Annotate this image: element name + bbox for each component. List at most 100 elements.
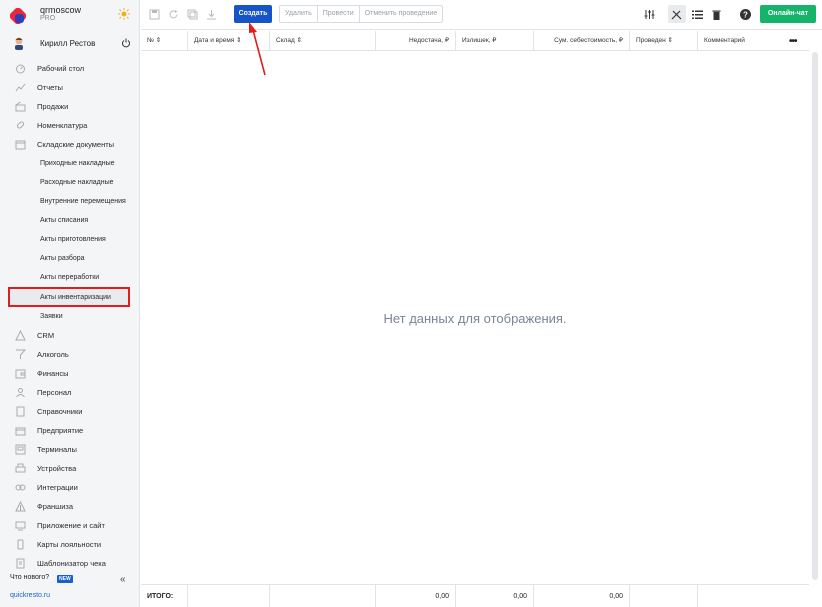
column-shortage[interactable]: Недостача, ₽ <box>376 31 456 51</box>
integrations-icon <box>15 484 26 491</box>
receipt-template-icon <box>16 558 25 569</box>
column-posted[interactable]: Проведен ⇕ <box>630 31 698 51</box>
empty-state-message: Нет данных для отображения. <box>383 311 567 326</box>
submenu-item-disassembly[interactable]: Акты разбора <box>0 249 140 268</box>
menu-label: Терминалы <box>37 445 77 454</box>
nomenclature-icon <box>16 121 25 129</box>
submenu-item-inventory[interactable]: Акты инвентаризации <box>8 287 130 307</box>
site-link[interactable]: quickresto.ru <box>10 592 50 599</box>
menu-item-integrations[interactable]: Интеграции <box>0 478 140 497</box>
menu-label: Алкоголь <box>37 350 69 359</box>
submenu-item-transfers[interactable]: Внутренние перемещения <box>0 192 140 211</box>
menu-label: Финансы <box>37 369 69 378</box>
submenu-label: Акты приготовления <box>40 236 106 243</box>
menu-item-warehouse-docs[interactable]: Складские документы <box>0 135 140 154</box>
total-shortage: 0,00 <box>376 585 456 607</box>
menu-item-devices[interactable]: Устройства <box>0 459 140 478</box>
menu-item-reports[interactable]: Отчеты <box>0 78 140 97</box>
menu-item-staff[interactable]: Персонал <box>0 383 140 402</box>
menu-item-finance[interactable]: Финансы <box>0 364 140 383</box>
submenu-label: Расходные накладные <box>40 179 114 186</box>
column-surplus[interactable]: Излишек, ₽ <box>456 31 534 51</box>
trash-icon[interactable] <box>711 9 722 20</box>
directories-icon <box>16 406 25 417</box>
menu-label: Интеграции <box>37 483 78 492</box>
submenu-item-outgoing[interactable]: Расходные накладные <box>0 173 140 192</box>
menu-label: CRM <box>37 331 55 340</box>
more-options-icon[interactable]: ••• <box>789 36 797 47</box>
vertical-scrollbar[interactable] <box>812 52 818 580</box>
menu-item-dashboard[interactable]: Рабочий стол <box>0 59 140 78</box>
list-view-icon[interactable] <box>692 9 703 20</box>
whats-new-link[interactable]: Что нового? <box>10 574 49 581</box>
submenu-label: Акты инвентаризации <box>40 294 111 301</box>
column-number[interactable]: № ⇕ <box>141 31 188 51</box>
menu-label: Персонал <box>37 388 72 397</box>
menu-item-nomenclature[interactable]: Номенклатура <box>0 116 140 135</box>
copy-icon[interactable] <box>187 9 198 20</box>
franchise-icon <box>15 501 26 512</box>
unpost-button[interactable]: Отменить проведение <box>360 6 443 22</box>
menu-item-receipt-template[interactable]: Шаблонизатор чека <box>0 554 140 573</box>
help-icon[interactable]: ? <box>740 9 751 20</box>
dashboard-icon <box>16 64 25 74</box>
submenu-item-cooking[interactable]: Акты приготовления <box>0 230 140 249</box>
filter-sliders-icon[interactable] <box>644 9 655 20</box>
post-button[interactable]: Провести <box>318 6 360 22</box>
submenu-label: Акты списания <box>40 217 89 224</box>
reports-icon <box>15 83 26 92</box>
submenu-label: Внутренние перемещения <box>40 198 126 205</box>
menu-item-directories[interactable]: Справочники <box>0 402 140 421</box>
svg-text:?: ? <box>743 10 748 19</box>
warehouse-docs-icon <box>15 140 26 150</box>
document-actions: Удалить Провести Отменить проведение <box>279 5 444 23</box>
menu-item-alcohol[interactable]: Алкоголь <box>0 345 140 364</box>
total-empty-cell <box>188 585 270 607</box>
menu-item-terminals[interactable]: Терминалы <box>0 440 140 459</box>
new-badge: NEW <box>57 575 73 583</box>
submenu-label: Акты разбора <box>40 255 85 262</box>
menu-label: Приложение и сайт <box>37 521 105 530</box>
user-profile[interactable]: Кирилл Рестов <box>0 32 140 54</box>
user-name: Кирилл Рестов <box>40 39 96 48</box>
column-cost[interactable]: Сум. себестоимость, ₽ <box>534 31 630 51</box>
collapse-sidebar-icon[interactable]: « <box>120 574 126 585</box>
column-warehouse[interactable]: Склад ⇕ <box>270 31 376 51</box>
menu-item-enterprise[interactable]: Предприятие <box>0 421 140 440</box>
brand[interactable]: qrmoscow PRO <box>0 0 140 30</box>
menu-item-app-site[interactable]: Приложение и сайт <box>0 516 140 535</box>
app: qrmoscow PRO Кирилл Рестов Рабочий стол … <box>0 0 822 607</box>
menu-label: Устройства <box>37 464 77 473</box>
staff-icon <box>16 388 25 398</box>
menu-label: Шаблонизатор чека <box>37 559 106 568</box>
finance-icon <box>15 369 26 379</box>
crm-icon <box>15 330 26 341</box>
submenu-item-incoming[interactable]: Приходные накладные <box>0 154 140 173</box>
menu-label: Складские документы <box>37 140 115 149</box>
download-icon[interactable] <box>206 9 217 20</box>
app-site-icon <box>15 521 26 531</box>
submenu-item-requests[interactable]: Заявки <box>0 307 140 326</box>
submenu-item-processing[interactable]: Акты переработки <box>0 268 140 287</box>
delete-button[interactable]: Удалить <box>280 6 318 22</box>
avatar <box>15 37 23 50</box>
menu-label: Номенклатура <box>37 121 88 130</box>
brand-name: qrmoscow <box>40 5 82 15</box>
menu-item-loyalty-cards[interactable]: Карты лояльности <box>0 535 140 554</box>
power-icon[interactable] <box>121 38 131 48</box>
terminals-icon <box>15 444 26 455</box>
save-icon[interactable] <box>149 9 160 20</box>
menu-item-crm[interactable]: CRM <box>0 326 140 345</box>
menu-item-sales[interactable]: Продажи <box>0 97 140 116</box>
menu-label: Справочники <box>37 407 83 416</box>
annotation-arrow-icon <box>249 22 266 76</box>
tools-icon[interactable] <box>671 9 682 20</box>
alcohol-icon <box>16 349 26 359</box>
sun-icon[interactable] <box>118 8 130 20</box>
menu-item-franchise[interactable]: Франшиза <box>0 497 140 516</box>
submenu-item-writeoffs[interactable]: Акты списания <box>0 211 140 230</box>
online-chat-button[interactable]: Онлайн-чат <box>760 5 816 23</box>
brand-logo-icon <box>10 8 26 24</box>
menu-label: Карты лояльности <box>37 540 102 549</box>
refresh-icon[interactable] <box>168 9 179 20</box>
